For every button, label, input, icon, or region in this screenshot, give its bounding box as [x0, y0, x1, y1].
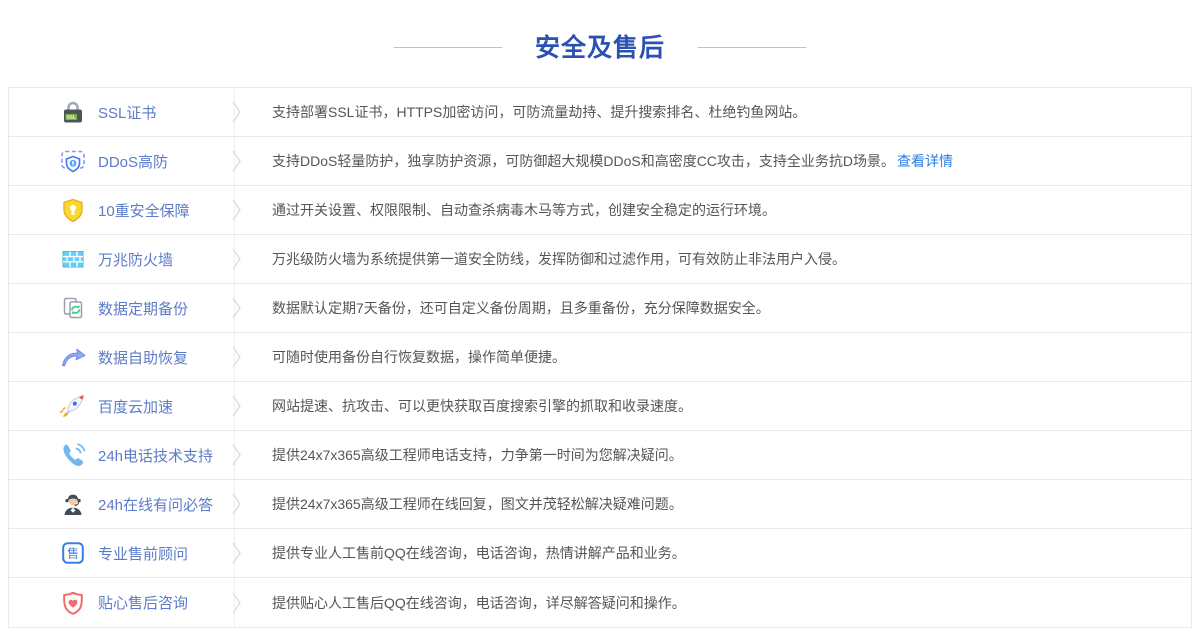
- feature-desc-cell: 提供24x7x365高级工程师在线回复，图文并茂轻松解决疑难问题。: [235, 480, 1191, 528]
- feature-description: 支持DDoS轻量防护，独享防护资源，可防御超大规模DDoS和高密度CC攻击，支持…: [272, 151, 895, 171]
- feature-label: 专业售前顾问: [98, 543, 188, 564]
- feature-desc-cell: 数据默认定期7天备份，还可自定义备份周期，且多重备份，充分保障数据安全。: [235, 284, 1191, 332]
- presale-badge-icon: 售: [59, 539, 87, 567]
- feature-label: 10重安全保障: [98, 200, 190, 221]
- ddos-shield-icon: [59, 147, 87, 175]
- feature-description: 网站提速、抗攻击、可以更快获取百度搜索引擎的抓取和收录速度。: [272, 396, 692, 416]
- feature-cell: 百度云加速: [9, 382, 235, 430]
- feature-cell: SSL SSL证书: [9, 88, 235, 136]
- feature-label: 24h电话技术支持: [98, 445, 213, 466]
- feature-label: 贴心售后咨询: [98, 592, 188, 613]
- section-title: 安全及售后: [535, 33, 665, 63]
- feature-label: DDoS高防: [98, 151, 168, 172]
- feature-desc-cell: 通过开关设置、权限限制、自动查杀病毒木马等方式，创建安全稳定的运行环境。: [235, 186, 1191, 234]
- feature-desc-cell: 支持DDoS轻量防护，独享防护资源，可防御超大规模DDoS和高密度CC攻击，支持…: [235, 137, 1191, 185]
- heart-shield-icon: [59, 589, 87, 617]
- feature-desc-cell: 网站提速、抗攻击、可以更快获取百度搜索引擎的抓取和收录速度。: [235, 382, 1191, 430]
- feature-row-phone-support: 24h电话技术支持 提供24x7x365高级工程师电话支持，力争第一时间为您解决…: [9, 431, 1191, 480]
- feature-desc-cell: 提供专业人工售前QQ在线咨询，电话咨询，热情讲解产品和业务。: [235, 529, 1191, 577]
- feature-row-firewall: 万兆防火墙 万兆级防火墙为系统提供第一道安全防线，发挥防御和过滤作用，可有效防止…: [9, 235, 1191, 284]
- support-agent-icon: [59, 490, 87, 518]
- security-aftersales-section: 安全及售后 SSL SSL证书 支持部署SSL证书，HTTPS加密访问，可防流量…: [0, 0, 1200, 628]
- backup-pages-icon: [59, 294, 87, 322]
- feature-row-restore: 数据自助恢复 可随时使用备份自行恢复数据，操作简单便捷。: [9, 333, 1191, 382]
- svg-text:SSL: SSL: [67, 115, 76, 120]
- feature-row-backup: 数据定期备份 数据默认定期7天备份，还可自定义备份周期，且多重备份，充分保障数据…: [9, 284, 1191, 333]
- feature-description: 提供专业人工售前QQ在线咨询，电话咨询，热情讲解产品和业务。: [272, 543, 686, 563]
- feature-cell: 24h电话技术支持: [9, 431, 235, 479]
- feature-desc-cell: 万兆级防火墙为系统提供第一道安全防线，发挥防御和过滤作用，可有效防止非法用户入侵…: [235, 235, 1191, 283]
- feature-description: 万兆级防火墙为系统提供第一道安全防线，发挥防御和过滤作用，可有效防止非法用户入侵…: [272, 249, 846, 269]
- feature-table: SSL SSL证书 支持部署SSL证书，HTTPS加密访问，可防流量劫持、提升搜…: [8, 87, 1192, 628]
- feature-desc-cell: 可随时使用备份自行恢复数据，操作简单便捷。: [235, 333, 1191, 381]
- feature-description: 通过开关设置、权限限制、自动查杀病毒木马等方式，创建安全稳定的运行环境。: [272, 200, 776, 220]
- svg-text:售: 售: [67, 545, 79, 560]
- feature-label: 24h在线有问必答: [98, 494, 213, 515]
- feature-desc-cell: 支持部署SSL证书，HTTPS加密访问，可防流量劫持、提升搜索排名、杜绝钓鱼网站…: [235, 88, 1191, 136]
- feature-row-security: 10重安全保障 通过开关设置、权限限制、自动查杀病毒木马等方式，创建安全稳定的运…: [9, 186, 1191, 235]
- feature-cell: 10重安全保障: [9, 186, 235, 234]
- feature-row-presale: 售 专业售前顾问 提供专业人工售前QQ在线咨询，电话咨询，热情讲解产品和业务。: [9, 529, 1191, 578]
- section-header: 安全及售后: [0, 0, 1200, 87]
- ssl-lock-icon: SSL: [59, 98, 87, 126]
- feature-row-online-support: 24h在线有问必答 提供24x7x365高级工程师在线回复，图文并茂轻松解决疑难…: [9, 480, 1191, 529]
- firewall-bricks-icon: [59, 245, 87, 273]
- feature-label: 百度云加速: [98, 396, 173, 417]
- feature-cell: 售 专业售前顾问: [9, 529, 235, 577]
- feature-label: 万兆防火墙: [98, 249, 173, 270]
- feature-description: 可随时使用备份自行恢复数据，操作简单便捷。: [272, 347, 566, 367]
- title-divider-right: [698, 47, 806, 48]
- feature-cell: DDoS高防: [9, 137, 235, 185]
- restore-arrow-icon: [59, 343, 87, 371]
- shield-keyhole-icon: [59, 196, 87, 224]
- feature-row-ddos: DDoS高防 支持DDoS轻量防护，独享防护资源，可防御超大规模DDoS和高密度…: [9, 137, 1191, 186]
- feature-desc-cell: 提供24x7x365高级工程师电话支持，力争第一时间为您解决疑问。: [235, 431, 1191, 479]
- feature-cell: 数据定期备份: [9, 284, 235, 332]
- feature-desc-cell: 提供贴心人工售后QQ在线咨询，电话咨询，详尽解答疑问和操作。: [235, 578, 1191, 627]
- feature-row-cdn: 百度云加速 网站提速、抗攻击、可以更快获取百度搜索引擎的抓取和收录速度。: [9, 382, 1191, 431]
- feature-cell: 数据自助恢复: [9, 333, 235, 381]
- feature-row-ssl: SSL SSL证书 支持部署SSL证书，HTTPS加密访问，可防流量劫持、提升搜…: [9, 88, 1191, 137]
- feature-description: 支持部署SSL证书，HTTPS加密访问，可防流量劫持、提升搜索排名、杜绝钓鱼网站…: [272, 102, 806, 122]
- rocket-icon: [59, 392, 87, 420]
- feature-description: 提供24x7x365高级工程师电话支持，力争第一时间为您解决疑问。: [272, 445, 683, 465]
- view-details-link[interactable]: 查看详情: [897, 151, 953, 171]
- feature-description: 数据默认定期7天备份，还可自定义备份周期，且多重备份，充分保障数据安全。: [272, 298, 770, 318]
- feature-description: 提供24x7x365高级工程师在线回复，图文并茂轻松解决疑难问题。: [272, 494, 683, 514]
- feature-cell: 贴心售后咨询: [9, 578, 235, 627]
- phone-waves-icon: [59, 441, 87, 469]
- title-divider-left: [394, 47, 502, 48]
- feature-description: 提供贴心人工售后QQ在线咨询，电话咨询，详尽解答疑问和操作。: [272, 593, 686, 613]
- feature-row-aftersale: 贴心售后咨询 提供贴心人工售后QQ在线咨询，电话咨询，详尽解答疑问和操作。: [9, 578, 1191, 627]
- feature-cell: 万兆防火墙: [9, 235, 235, 283]
- feature-cell: 24h在线有问必答: [9, 480, 235, 528]
- feature-label: 数据定期备份: [98, 298, 188, 319]
- feature-label: 数据自助恢复: [98, 347, 188, 368]
- feature-label: SSL证书: [98, 102, 156, 123]
